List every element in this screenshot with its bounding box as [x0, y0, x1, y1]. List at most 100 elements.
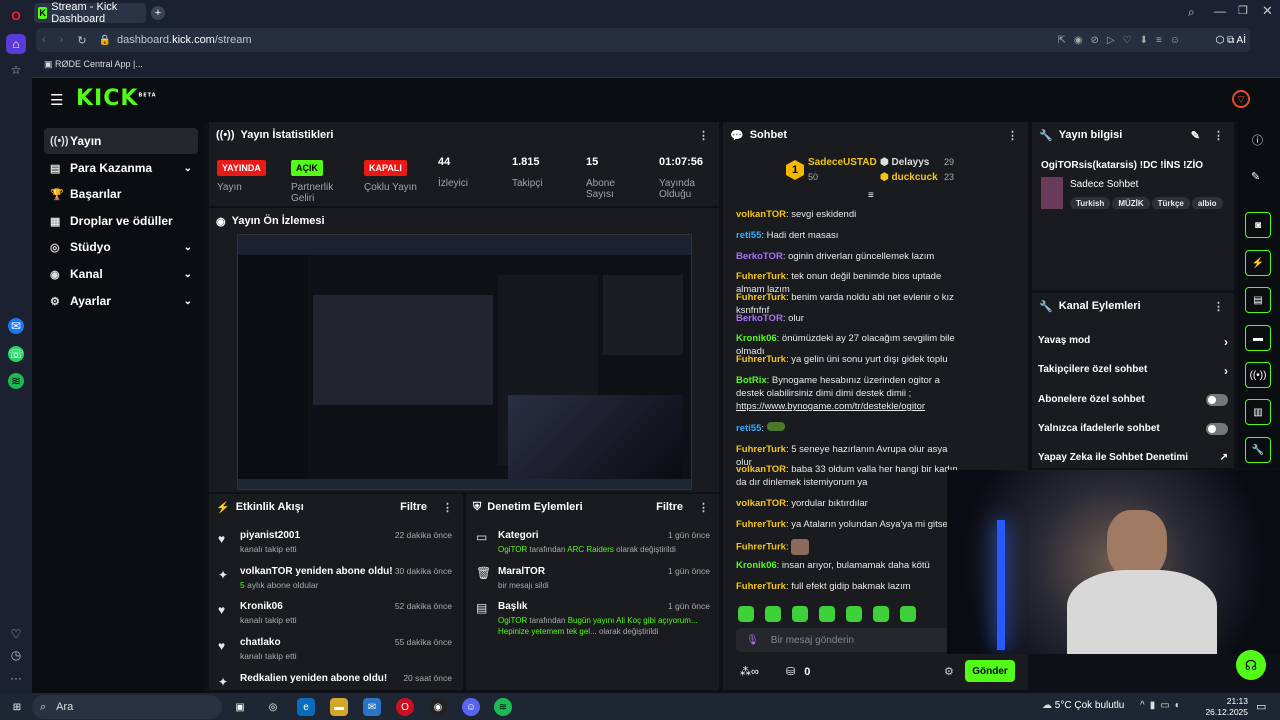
points-display[interactable]: ⛁ 0 [786, 665, 810, 678]
profile-avatar[interactable]: ▽ [1232, 90, 1250, 108]
tag[interactable]: Turkish [1070, 197, 1111, 209]
browser-tab[interactable]: K Stream - Kick Dashboard [34, 1, 146, 25]
settings-gear-icon[interactable]: ⁂∞ [740, 665, 759, 678]
toggle-switch[interactable] [1206, 423, 1228, 435]
menu-icon[interactable]: ☰ [50, 91, 63, 109]
spotify-taskbar-icon[interactable]: ≋ [494, 698, 512, 716]
maximize-button[interactable]: ❐ [1238, 4, 1248, 17]
opera-logo-icon[interactable]: O [6, 6, 26, 26]
expand-icon[interactable]: ≡ [868, 190, 874, 201]
reload-icon[interactable]: ↻ [77, 34, 86, 47]
file-explorer-icon[interactable]: ▬ [330, 698, 348, 716]
chat-message: volkanTOR: sevgi eskidendi [736, 209, 857, 220]
more-options-icon[interactable]: ⋮ [698, 129, 709, 142]
camera-tool-button[interactable]: ◙ [1245, 212, 1271, 238]
edit-icon[interactable]: ✎ [1251, 170, 1260, 183]
nav-kanal[interactable]: ◉ Kanal ⌄ [44, 261, 198, 287]
action-ifade-sohbet[interactable]: Yalnızca ifadelerle sohbet [1038, 423, 1228, 435]
tag[interactable]: Türkçe [1151, 197, 1190, 209]
obs-icon[interactable]: ◉ [429, 698, 447, 716]
taskbar-search[interactable]: ⌕ Ara [32, 695, 222, 719]
windows-start-icon[interactable]: ⊞ [8, 698, 26, 716]
more-options-icon[interactable]: ⋮ [1007, 129, 1018, 142]
info-header: 🔧 Yayın bilgisi ✎ ⋮ [1039, 129, 1224, 142]
chat-tool-button[interactable]: ▬ [1245, 325, 1271, 351]
close-window-button[interactable]: ✕ [1262, 3, 1273, 19]
task-view-icon[interactable]: ▣ [231, 698, 249, 716]
nav-ayarlar[interactable]: ⚙ Ayarlar ⌄ [44, 288, 198, 314]
action-takipci-sohbet[interactable]: Takipçilere özel sohbet › [1038, 364, 1228, 378]
new-tab-button[interactable]: + [151, 6, 165, 20]
toggle-switch[interactable] [1206, 394, 1228, 406]
messenger-icon[interactable]: ✉ [8, 318, 24, 334]
chat-input[interactable]: 🎙 Bir mesaj gönderin [736, 628, 948, 652]
activity-item: ✦ Redkalien yeniden abone oldu! 20 saat ön… [218, 673, 452, 689]
emote-bar[interactable] [738, 606, 948, 622]
ai-button[interactable]: ⬡ ⧉ Aİ [1216, 35, 1246, 46]
heart-icon: ♥ [218, 639, 226, 653]
more-options-icon[interactable]: ⋮ [698, 501, 709, 514]
system-tray-icons[interactable]: ^▮▭◐ [1140, 700, 1186, 711]
nav-yayin[interactable]: ((•)) Yayın [44, 128, 198, 154]
edge-icon[interactable]: e [297, 698, 315, 716]
filter-button[interactable]: Filtre [400, 501, 427, 513]
whatsapp-icon[interactable]: ☏ [8, 346, 24, 362]
tag[interactable]: albio [1191, 197, 1223, 209]
app-icon[interactable]: ◎ [264, 698, 282, 716]
address-bar[interactable]: ‹ › ↻ 🔒 dashboard.kick.com/stream ⇱◉⊘▷♡⬇… [36, 28, 1250, 52]
lightning-tool-button[interactable]: ⚡ [1245, 250, 1271, 276]
clock[interactable]: 21:13 26.12.2025 [1204, 696, 1248, 718]
opera-icon[interactable]: O [396, 698, 414, 716]
more-icon[interactable]: ··· [6, 668, 26, 688]
broadcast-tool-button[interactable]: ((•)) [1245, 362, 1271, 388]
document-tool-button[interactable]: ▤ [1245, 287, 1271, 313]
action-abone-sohbet[interactable]: Abonelere özel sohbet [1038, 394, 1228, 406]
more-options-icon[interactable]: ⋮ [442, 501, 453, 514]
nav-droplar[interactable]: ▦ Droplar ve ödüller [44, 208, 198, 234]
spotify-icon[interactable]: ≋ [8, 373, 24, 389]
address-toolbar-icons[interactable]: ⇱◉⊘▷♡⬇≡☺ [1057, 35, 1188, 46]
leaderboard-3[interactable]: ⬢ duckcuck [880, 172, 938, 183]
send-button[interactable]: Gönder [965, 660, 1015, 682]
weather-widget[interactable]: ☁ 5°C Çok bulutlu [1042, 700, 1124, 711]
filter-button[interactable]: Filtre [656, 501, 683, 513]
help-chat-button[interactable]: ☊ [1236, 650, 1266, 680]
info-icon[interactable]: ⓘ [1252, 132, 1263, 148]
bookmark-rode[interactable]: ▣ RØDE Central App |... [44, 59, 143, 70]
edit-icon[interactable]: ✎ [1191, 129, 1200, 142]
minimize-button[interactable]: — [1214, 4, 1226, 18]
heart-icon[interactable]: ♡ [6, 624, 26, 644]
kick-header [32, 78, 1280, 122]
kick-logo[interactable]: KICKBETA [76, 86, 157, 111]
forward-icon[interactable]: › [60, 34, 64, 46]
history-icon[interactable]: ◷ [6, 645, 26, 665]
url-text[interactable]: dashboard.kick.com/stream [117, 34, 252, 46]
leaderboard-top-user[interactable]: SadeceUSTAD [808, 157, 877, 168]
nav-studyo[interactable]: ◎ Stüdyo ⌄ [44, 234, 198, 260]
star-icon[interactable]: ☆ [6, 60, 26, 80]
more-options-icon[interactable]: ⋮ [1213, 129, 1224, 142]
chat-header: 💬 Sohbet ⋮ [730, 129, 1018, 142]
search-tabs-icon[interactable]: ⌕ [1188, 5, 1195, 20]
chat-link[interactable]: https://www.bynogame.com/tr/destekle/ogi… [736, 401, 925, 412]
home-icon[interactable]: ⌂ [6, 34, 26, 54]
title-icon: ▤ [476, 601, 488, 615]
notification-icon[interactable]: ▭ [1256, 700, 1266, 713]
chat-settings-icon[interactable]: ⚙ [944, 665, 954, 678]
search-icon: ⌕ [40, 700, 47, 713]
layout-tool-button[interactable]: ▥ [1245, 399, 1271, 425]
nav-basarilar[interactable]: 🏆 Başarılar [44, 181, 198, 207]
tag[interactable]: MÜZİK [1112, 197, 1150, 209]
more-options-icon[interactable]: ⋮ [1213, 300, 1224, 313]
wrench-tool-button[interactable]: 🔧 [1245, 437, 1271, 463]
action-yapay-zeka[interactable]: Yapay Zeka ile Sohbet Denetimi ↗ [1038, 452, 1228, 463]
nav-para-kazanma[interactable]: ▤ Para Kazanma ⌄ [44, 155, 198, 181]
channel-icon: ◉ [50, 268, 60, 281]
mail-icon[interactable]: ✉ [363, 698, 381, 716]
stream-preview-video[interactable] [237, 234, 692, 490]
leaderboard-2[interactable]: ⬢ Delayys [880, 157, 929, 168]
discord-icon[interactable]: ☺ [462, 698, 480, 716]
back-icon[interactable]: ‹ [42, 34, 46, 46]
action-yavas-mod[interactable]: Yavaş mod › [1038, 335, 1228, 349]
category-name[interactable]: Sadece Sohbet [1070, 179, 1138, 190]
